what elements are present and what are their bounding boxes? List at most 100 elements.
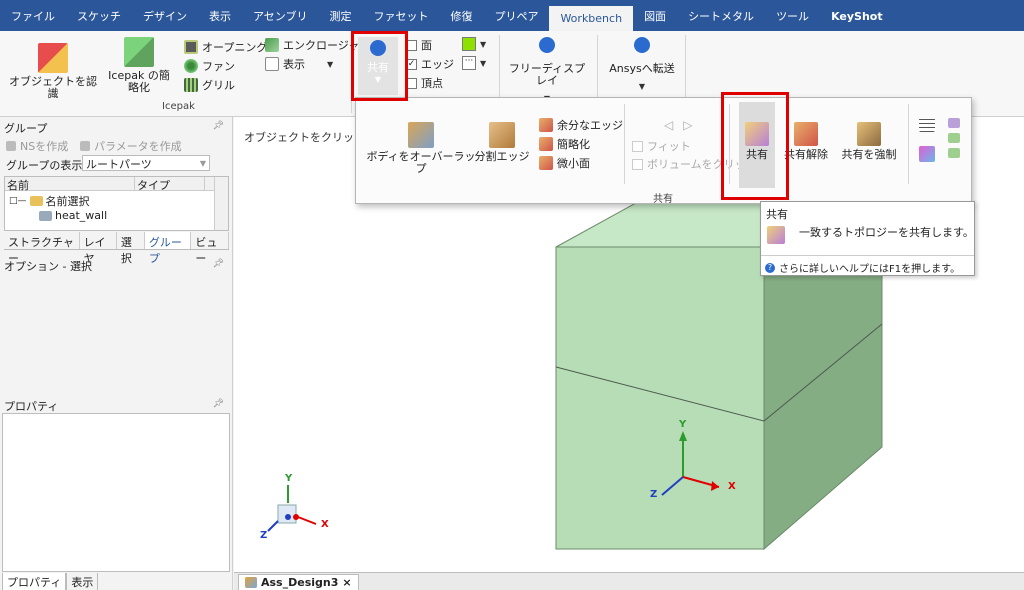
- pin-icon[interactable]: 📌︎: [213, 399, 224, 409]
- tab-group[interactable]: グループ: [144, 232, 192, 265]
- tool-icon-a[interactable]: [948, 118, 960, 128]
- color-picker[interactable]: ▼: [462, 37, 486, 51]
- tree-item-heat-wall[interactable]: heat_wall: [39, 209, 107, 222]
- face-checkbox[interactable]: 面: [406, 37, 432, 53]
- tab-measure[interactable]: 測定: [318, 0, 362, 31]
- tab-assembly[interactable]: アセンブリ: [242, 0, 318, 31]
- share-dropdown-panel: ボディをオーバーラップ 分割エッジ 余分なエッジ 簡略化 微小面 ◁ ▷ フィッ…: [355, 97, 972, 205]
- free-display-button[interactable]: フリーディスプレイ ▼: [505, 37, 589, 105]
- document-tab[interactable]: Ass_Design3 ×: [238, 574, 359, 590]
- edge-checkbox[interactable]: ✓ エッジ: [406, 56, 454, 72]
- tab-repair[interactable]: 修復: [439, 0, 483, 31]
- chevron-down-icon: ▼: [480, 39, 487, 49]
- tab-design[interactable]: デザイン: [132, 0, 198, 31]
- icepak-simplify-button[interactable]: Icepak の簡略化: [103, 37, 175, 94]
- tab-layer[interactable]: レイヤ: [80, 232, 117, 265]
- ns-icon: [6, 141, 16, 151]
- unshare-icon: [794, 122, 818, 146]
- chevron-down-icon: ▼: [480, 58, 487, 68]
- chevron-down-icon: ▼: [638, 82, 646, 91]
- component-button[interactable]: [919, 146, 935, 165]
- force-share-label: 共有を強制: [841, 148, 897, 161]
- force-share-button[interactable]: 共有を強制: [837, 122, 901, 161]
- view-cube[interactable]: [277, 504, 297, 524]
- tree-root-label: 名前選択: [45, 195, 90, 208]
- tab-view[interactable]: ビュー: [191, 232, 229, 265]
- split-edge-icon: [489, 122, 515, 148]
- tab-sheetmetal[interactable]: シートメタル: [677, 0, 765, 31]
- fan-icon: [184, 59, 198, 73]
- tab-file[interactable]: ファイル: [0, 0, 66, 31]
- grille-label: グリル: [202, 79, 235, 92]
- body-overlap-label: ボディをオーバーラップ: [366, 150, 476, 175]
- group-tree: 名前 タイプ □— 名前選択 heat_wall: [4, 176, 229, 231]
- collapse-icon[interactable]: □—: [9, 196, 27, 206]
- display-dropdown[interactable]: 表示 ▼: [265, 56, 333, 72]
- group-display-row: グループの表示:: [6, 157, 86, 173]
- group-panel-title: グループ: [4, 122, 48, 135]
- close-icon[interactable]: ×: [342, 576, 351, 589]
- opening-button[interactable]: オープニング: [184, 39, 267, 55]
- fit-checkbox[interactable]: フィット: [632, 138, 691, 154]
- tab-keyshot[interactable]: KeyShot: [820, 0, 894, 31]
- extra-edge-button[interactable]: 余分なエッジ: [539, 117, 623, 133]
- corner-axis-x-label: X: [321, 519, 329, 530]
- create-ns-button[interactable]: NSを作成: [6, 138, 68, 154]
- tab-display[interactable]: 表示: [198, 0, 242, 31]
- tab-properties[interactable]: プロパティ: [2, 573, 67, 590]
- tab-selection[interactable]: 選択: [117, 232, 145, 265]
- small-tool-column: [948, 118, 960, 158]
- grille-button[interactable]: グリル: [184, 77, 235, 93]
- tab-sketch[interactable]: スケッチ: [66, 0, 132, 31]
- fan-button[interactable]: ファン: [184, 58, 235, 74]
- body-overlap-icon: [408, 122, 434, 148]
- edge-label: エッジ: [421, 58, 454, 71]
- tab-facet[interactable]: ファセット: [362, 0, 439, 31]
- tab-display-bottom[interactable]: 表示: [66, 573, 99, 590]
- bottom-tabs: プロパティ 表示: [2, 573, 99, 590]
- properties-panel-title: プロパティ: [4, 400, 59, 413]
- tool-icon-b[interactable]: [948, 133, 960, 143]
- tree-scrollbar[interactable]: [214, 177, 228, 230]
- tree-item-named-selection[interactable]: □— 名前選択: [9, 193, 90, 209]
- next-arrow-icon[interactable]: ▷: [683, 118, 692, 132]
- structure-tree-button[interactable]: [919, 118, 935, 135]
- ansys-transfer-label: Ansysへ転送: [609, 62, 675, 75]
- pin-icon[interactable]: 📌︎: [213, 259, 224, 269]
- split-edge-button[interactable]: 分割エッジ: [474, 122, 530, 163]
- highlight-share-button: [721, 92, 789, 200]
- pin-icon[interactable]: 📌︎: [213, 121, 224, 131]
- unshare-label: 共有解除: [784, 148, 828, 161]
- icepak-simplify-label: Icepak の簡略化: [108, 69, 170, 94]
- recognize-objects-button[interactable]: オブジェクトを認識: [8, 43, 98, 100]
- tooltip-divider: [761, 255, 974, 256]
- prev-next-nav[interactable]: ◁ ▷: [664, 118, 692, 132]
- create-param-button[interactable]: パラメータを作成: [80, 138, 182, 154]
- group-display-select[interactable]: ルートパーツ ▼: [82, 155, 210, 171]
- tab-tools[interactable]: ツール: [765, 0, 820, 31]
- tab-prepare[interactable]: プリペア: [483, 0, 549, 31]
- checkbox-box: [632, 158, 643, 170]
- tree-child-label: heat_wall: [55, 209, 108, 222]
- tab-workbench[interactable]: Workbench: [549, 6, 634, 31]
- tab-drawing[interactable]: 図面: [633, 0, 677, 31]
- group-display-value: ルートパーツ: [86, 158, 152, 171]
- vertex-checkbox[interactable]: 頂点: [406, 75, 443, 91]
- simplify-icon: [539, 137, 553, 151]
- tab-structure[interactable]: ストラクチャー: [4, 232, 80, 265]
- ansys-transfer-button[interactable]: Ansysへ転送 ▼: [604, 37, 680, 93]
- options-panel-title: オプション - 選択: [4, 260, 92, 273]
- help-icon: ?: [765, 262, 775, 273]
- box-front-face[interactable]: [555, 246, 765, 550]
- simplify-button[interactable]: 簡略化: [539, 136, 590, 152]
- body-overlap-button[interactable]: ボディをオーバーラップ: [366, 122, 476, 175]
- prev-arrow-icon[interactable]: ◁: [664, 118, 673, 132]
- document-tab-label: Ass_Design3: [261, 576, 339, 589]
- arrow-down-circle-icon: [539, 37, 555, 53]
- small-face-button[interactable]: 微小面: [539, 155, 590, 171]
- component-icon: [919, 146, 935, 162]
- highlight-share-dropdown: [351, 31, 408, 101]
- line-style-picker[interactable]: ··· ▼: [462, 56, 486, 70]
- tool-icon-c[interactable]: [948, 148, 960, 158]
- enclosure-button[interactable]: エンクロージャ: [265, 37, 359, 53]
